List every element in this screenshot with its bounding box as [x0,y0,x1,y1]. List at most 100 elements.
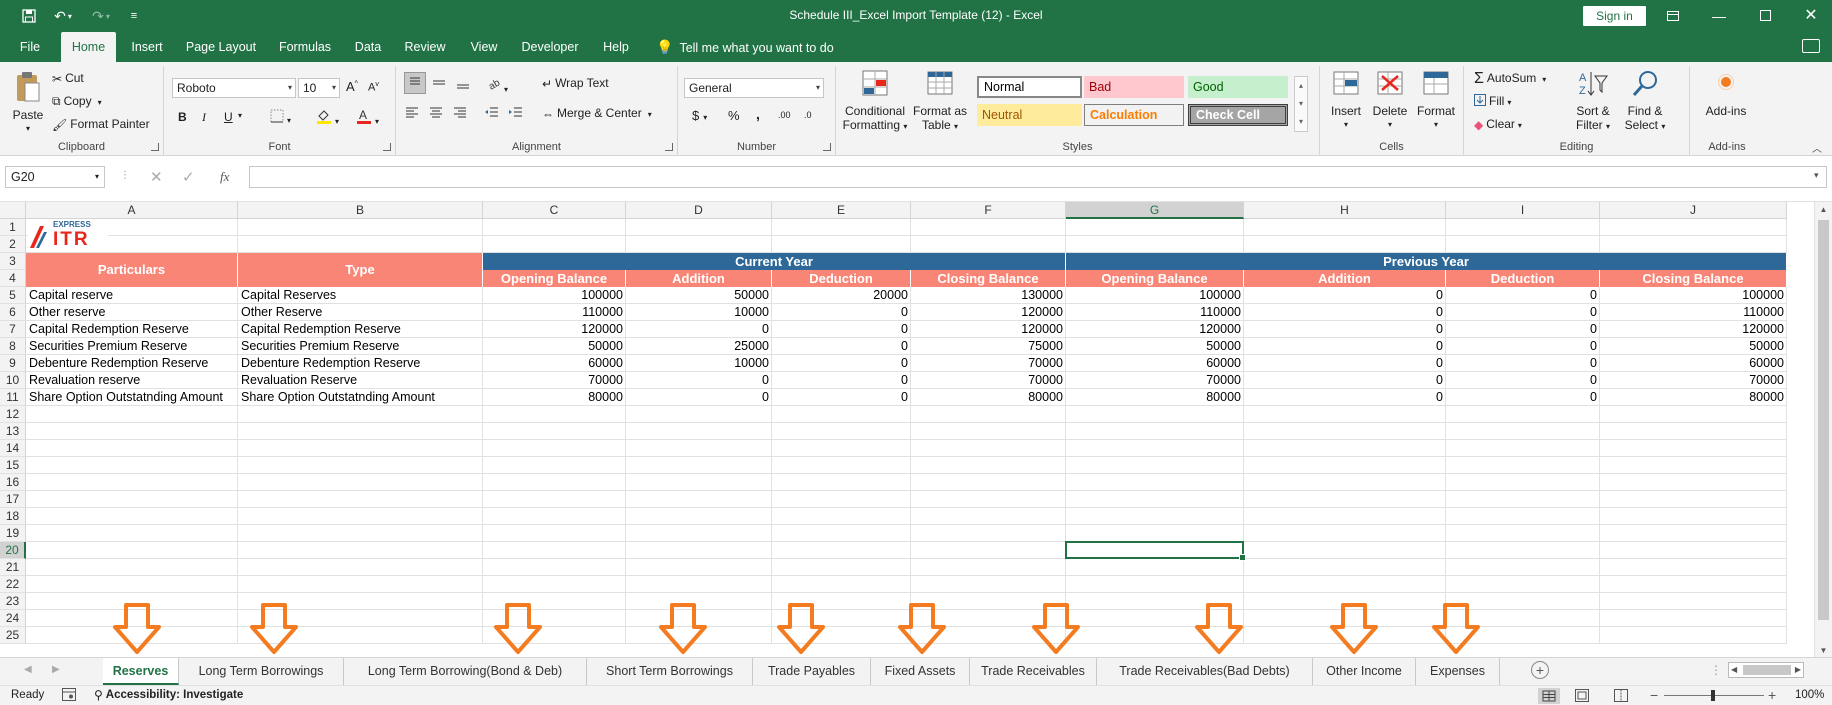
delete-cells-button[interactable]: Delete ▾ [1370,68,1410,132]
horizontal-scroll-thumb[interactable] [1743,665,1791,675]
cell-a6[interactable]: Other reserve [26,304,237,321]
format-as-table-button[interactable]: Format as Table ▾ [912,68,968,134]
conditional-formatting-button[interactable]: Conditional Formatting ▾ [842,68,908,134]
number-launcher-icon[interactable] [823,143,831,151]
orientation-icon[interactable]: ab ▾ [486,74,508,95]
column-header-g[interactable]: G [1066,202,1244,219]
align-bottom-icon[interactable] [454,74,472,95]
cell-d7[interactable]: 0 [626,321,771,338]
increase-font-icon[interactable]: A^ [346,79,358,94]
style-calculation[interactable]: Calculation [1084,104,1184,126]
tab-view[interactable]: View [462,32,506,62]
sheet-tab-long-term-borrowing-bond-deb[interactable]: Long Term Borrowing(Bond & Deb) [344,658,587,685]
column-header-a[interactable]: A [26,202,238,219]
cell-j5[interactable]: 100000 [1600,287,1786,304]
minimize-icon[interactable]: — [1707,4,1731,28]
cell-f9[interactable]: 70000 [911,355,1065,372]
row-header-2[interactable]: 2 [0,236,26,253]
autosum-button[interactable]: Σ AutoSum ▾ [1474,70,1546,88]
align-top-icon[interactable] [404,72,426,94]
comma-button[interactable]: , [756,106,760,122]
cell-a11[interactable]: Share Option Outstatnding Amount [26,389,237,406]
vertical-scrollbar[interactable]: ▲ ▼ [1814,202,1832,657]
font-color-icon[interactable]: A ▾ [356,108,379,127]
row-header-16[interactable]: 16 [0,474,26,491]
align-left-icon[interactable] [404,104,420,123]
cell-d8[interactable]: 25000 [626,338,771,355]
tab-split-grip-icon[interactable]: ⋮ [1710,663,1722,677]
cell-f6[interactable]: 120000 [911,304,1065,321]
cell-i9[interactable]: 0 [1446,355,1599,372]
worksheet-grid[interactable]: ▲ ▼ A B C D E F G H I J 1 2 3 4 5 6 7 8 9 10 11 12 13 14 15 16 17 1… [0,202,1832,657]
tab-formulas[interactable]: Formulas [272,32,338,62]
normal-view-icon[interactable] [1538,688,1560,704]
column-header-h[interactable]: H [1244,202,1446,219]
cell-e7[interactable]: 0 [772,321,910,338]
clipboard-launcher-icon[interactable] [151,143,159,151]
cell-c5[interactable]: 100000 [483,287,625,304]
confirm-entry-icon[interactable]: ✓ [182,168,195,186]
sheet-tab-trade-receivables[interactable]: Trade Receivables [970,658,1097,685]
sheet-tab-reserves[interactable]: Reserves [103,658,179,685]
row-header-21[interactable]: 21 [0,559,26,576]
row-header-24[interactable]: 24 [0,610,26,627]
cell-b5[interactable]: Capital Reserves [238,287,482,304]
cell-j9[interactable]: 60000 [1600,355,1786,372]
fill-button[interactable]: Fill ▾ [1474,94,1511,109]
style-bad[interactable]: Bad [1084,76,1184,98]
cell-e6[interactable]: 0 [772,304,910,321]
cell-h9[interactable]: 0 [1244,355,1445,372]
column-header-i[interactable]: I [1446,202,1600,219]
percent-button[interactable]: % [728,108,740,123]
sort-filter-button[interactable]: AZ Sort & Filter ▾ [1568,68,1618,134]
cell-d9[interactable]: 10000 [626,355,771,372]
underline-button[interactable]: U [224,110,233,124]
sheet-tab-long-term-borrowings[interactable]: Long Term Borrowings [179,658,344,685]
tab-insert[interactable]: Insert [123,32,171,62]
cell-e5[interactable]: 20000 [772,287,910,304]
column-header-e[interactable]: E [772,202,911,219]
cell-a7[interactable]: Capital Redemption Reserve [26,321,237,338]
row-header-19[interactable]: 19 [0,525,26,542]
cell-d6[interactable]: 10000 [626,304,771,321]
cell-g10[interactable]: 70000 [1066,372,1243,389]
increase-decimal-button[interactable]: .00 [778,110,791,120]
styles-scroll[interactable]: ▴ ▾ ▾ [1294,76,1308,132]
cell-h10[interactable]: 0 [1244,372,1445,389]
prev-sheet-icon[interactable]: ◀ [24,664,32,675]
row-header-12[interactable]: 12 [0,406,26,423]
cell-g6[interactable]: 110000 [1066,304,1243,321]
clear-button[interactable]: ◆ Clear ▾ [1474,117,1522,132]
cell-d11[interactable]: 0 [626,389,771,406]
row-header-18[interactable]: 18 [0,508,26,525]
decrease-font-icon[interactable]: Av [368,81,379,94]
row-header-3[interactable]: 3 [0,253,26,270]
cell-j10[interactable]: 70000 [1600,372,1786,389]
row-header-13[interactable]: 13 [0,423,26,440]
tab-developer[interactable]: Developer [516,32,584,62]
cell-c11[interactable]: 80000 [483,389,625,406]
column-header-j[interactable]: J [1600,202,1787,219]
alignment-launcher-icon[interactable] [665,143,673,151]
merge-center-button[interactable]: ⇔ Merge & Center ▾ [542,106,652,121]
cell-h6[interactable]: 0 [1244,304,1445,321]
cell-g8[interactable]: 50000 [1066,338,1243,355]
format-cells-button[interactable]: Format ▾ [1414,68,1458,132]
cell-b6[interactable]: Other Reserve [238,304,482,321]
style-check-cell[interactable]: Check Cell [1188,104,1288,126]
new-sheet-button[interactable]: + [1531,661,1549,679]
horizontal-scrollbar[interactable]: ◀ ▶ [1728,662,1804,678]
maximize-icon[interactable] [1753,4,1777,28]
sheet-tab-trade-payables[interactable]: Trade Payables [753,658,871,685]
format-painter-button[interactable]: 🖌 Format Painter [52,117,150,132]
cell-i7[interactable]: 0 [1446,321,1599,338]
zoom-slider-thumb[interactable] [1711,690,1715,701]
font-launcher-icon[interactable] [383,143,391,151]
cell-d10[interactable]: 0 [626,372,771,389]
column-header-c[interactable]: C [483,202,626,219]
sheet-tab-other-income[interactable]: Other Income [1313,658,1416,685]
addins-button[interactable]: Add-ins [1696,68,1756,118]
cut-button[interactable]: ✂ Cut [52,71,84,86]
sheet-tab-trade-receivables-bad-debts[interactable]: Trade Receivables(Bad Debts) [1097,658,1313,685]
cell-h11[interactable]: 0 [1244,389,1445,406]
